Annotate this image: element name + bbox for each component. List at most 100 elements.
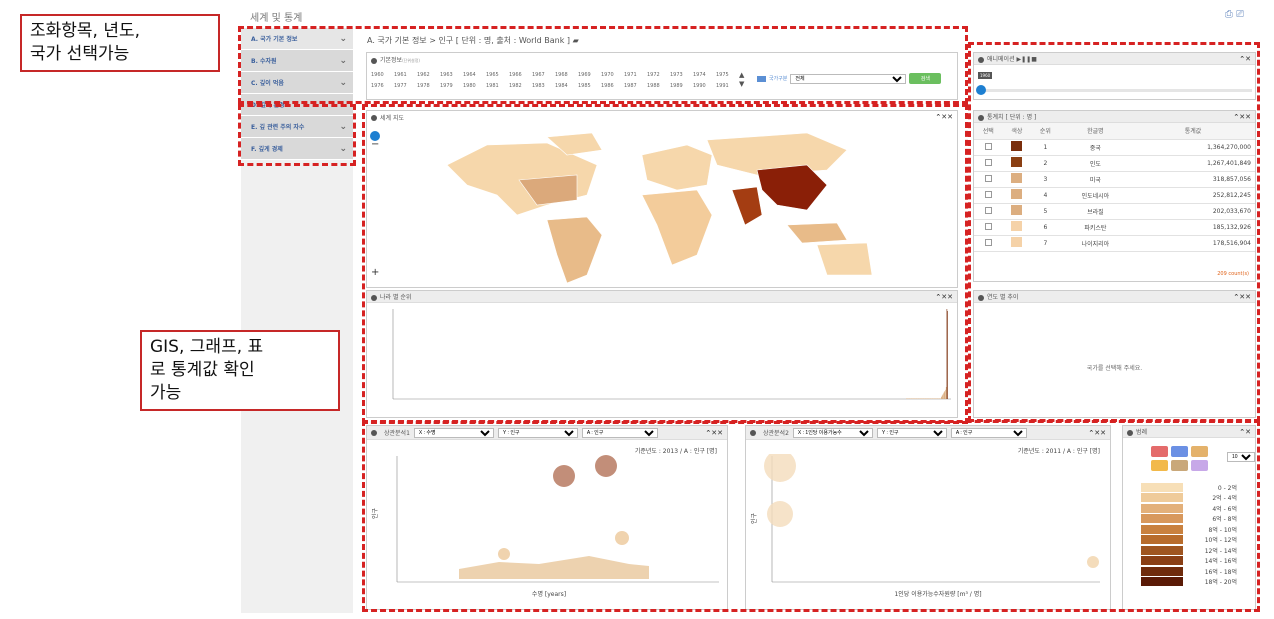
rank-bar[interactable] <box>916 398 918 400</box>
bubble-medium[interactable] <box>767 501 793 527</box>
corr2-x-select[interactable]: X : 1인당 이용가능수 <box>792 427 873 438</box>
panel-controls[interactable]: ⌃✕ <box>1239 428 1251 436</box>
palette-grid[interactable] <box>1151 446 1221 471</box>
rank-bar[interactable] <box>906 398 908 400</box>
panel-controls[interactable]: ⌃✕✕ <box>1233 113 1251 121</box>
year-option[interactable]: 1976 <box>371 83 394 89</box>
table-row[interactable]: 1 중국 1,364,270,000 <box>974 139 1255 156</box>
rank-bar[interactable] <box>917 398 919 400</box>
rank-bar[interactable] <box>943 393 944 399</box>
year-option[interactable]: 1961 <box>394 72 417 78</box>
toolbar-icons[interactable]: ⎙ ⎚ <box>1225 9 1244 20</box>
rank-bar[interactable] <box>941 395 943 399</box>
rank-bar[interactable] <box>940 398 941 400</box>
rank-bar[interactable] <box>947 311 948 399</box>
rank-bar[interactable] <box>907 398 908 400</box>
year-option[interactable]: 1984 <box>555 83 578 89</box>
year-option[interactable]: 1965 <box>486 72 509 78</box>
row-checkbox[interactable] <box>984 238 992 246</box>
corr1-x-select[interactable]: X : 수명 <box>413 427 494 438</box>
rank-bar[interactable] <box>911 398 913 400</box>
rank-bar[interactable] <box>913 398 915 400</box>
zoom-out-icon[interactable]: − <box>371 139 379 150</box>
rank-bar[interactable] <box>929 398 931 400</box>
rank-bar[interactable] <box>931 398 932 400</box>
rank-bar[interactable] <box>918 398 920 400</box>
year-option[interactable]: 1983 <box>532 83 555 89</box>
year-option[interactable]: 1978 <box>417 83 440 89</box>
rank-bar[interactable] <box>922 398 923 400</box>
row-checkbox[interactable] <box>984 190 992 198</box>
rank-bar[interactable] <box>945 387 947 399</box>
region-china[interactable] <box>756 164 828 211</box>
class-count-select[interactable]: 10 개 <box>1227 452 1255 462</box>
year-option[interactable]: 1977 <box>394 83 417 89</box>
rank-bar[interactable] <box>945 389 946 399</box>
sidebar-item-env[interactable]: D. 깊게 환경 ⌄ <box>241 94 353 116</box>
rank-bar[interactable] <box>915 398 916 400</box>
year-option[interactable]: 1989 <box>670 83 693 89</box>
year-option[interactable]: 1962 <box>417 72 440 78</box>
table-row[interactable]: 3 미국 318,857,056 <box>974 171 1255 188</box>
rank-bar[interactable] <box>934 398 936 400</box>
region-australia[interactable] <box>816 242 873 276</box>
rank-bar[interactable] <box>932 398 934 400</box>
rank-bar[interactable] <box>906 398 907 400</box>
rank-bar[interactable] <box>924 398 926 400</box>
palette-option[interactable] <box>1171 446 1188 457</box>
bubble-usa[interactable] <box>615 531 629 545</box>
year-option[interactable]: 1980 <box>463 83 486 89</box>
year-option[interactable]: 1988 <box>647 83 670 89</box>
year-option[interactable]: 1966 <box>509 72 532 78</box>
year-option[interactable]: 1967 <box>532 72 555 78</box>
region-south-america[interactable] <box>546 216 603 284</box>
row-checkbox[interactable] <box>984 142 992 150</box>
year-option[interactable]: 1990 <box>693 83 716 89</box>
panel-controls[interactable]: ⌃✕ <box>1239 55 1251 63</box>
sidebar-item-basic-info[interactable]: A. 국가 기본 정보 ⌄ <box>241 28 353 50</box>
corr1-chart[interactable]: 수명 [years] 인구 <box>369 454 725 609</box>
year-option[interactable]: 1972 <box>647 72 670 78</box>
country-select[interactable]: 전체 <box>790 73 907 84</box>
rank-bar[interactable] <box>946 309 948 399</box>
row-checkbox[interactable] <box>984 174 992 182</box>
corr2-a-select[interactable]: A : 인구 <box>950 427 1027 438</box>
year-option[interactable]: 1968 <box>555 72 578 78</box>
rank-bar[interactable] <box>928 398 929 400</box>
bubble-india[interactable] <box>595 455 617 477</box>
palette-option[interactable] <box>1171 460 1188 471</box>
rank-bar[interactable] <box>923 398 925 400</box>
rank-bar[interactable] <box>924 398 925 400</box>
corr1-y-select[interactable]: Y : 인구 <box>497 427 578 438</box>
rank-bar[interactable] <box>935 398 936 400</box>
year-option[interactable]: 1974 <box>693 72 716 78</box>
sidebar-item-index[interactable]: E. 깊 관련 주의 자수 ⌄ <box>241 116 353 138</box>
rank-bar[interactable] <box>939 398 941 400</box>
rank-bar[interactable] <box>920 398 922 400</box>
year-option[interactable]: 1960 <box>371 72 394 78</box>
bubble-china[interactable] <box>553 465 575 487</box>
rank-bar[interactable] <box>919 398 920 400</box>
year-option[interactable]: 1963 <box>440 72 463 78</box>
rank-bar[interactable] <box>930 398 932 400</box>
palette-option[interactable] <box>1191 460 1208 471</box>
palette-option[interactable] <box>1191 446 1208 457</box>
year-option[interactable]: 1970 <box>601 72 624 78</box>
table-row[interactable]: 2 인도 1,267,401,849 <box>974 155 1255 172</box>
year-option[interactable]: 1985 <box>578 83 601 89</box>
year-option[interactable]: 1969 <box>578 72 601 78</box>
rank-bar[interactable] <box>941 397 942 399</box>
search-button[interactable]: 검색 <box>909 73 942 84</box>
rank-bar[interactable] <box>920 398 921 400</box>
region-africa[interactable] <box>641 189 713 266</box>
corr1-a-select[interactable]: A : 인구 <box>581 427 658 438</box>
year-option[interactable]: 1973 <box>670 72 693 78</box>
rank-bar[interactable] <box>927 398 928 400</box>
panel-controls[interactable]: ⌃✕✕ <box>1088 429 1106 437</box>
region-europe[interactable] <box>641 144 713 191</box>
palette-option[interactable] <box>1151 460 1168 471</box>
rank-bar[interactable] <box>908 398 909 400</box>
play-icon[interactable]: ▶❚❚■ <box>1017 56 1037 63</box>
bubble-cluster[interactable] <box>459 556 649 579</box>
rank-bar[interactable] <box>936 398 937 400</box>
